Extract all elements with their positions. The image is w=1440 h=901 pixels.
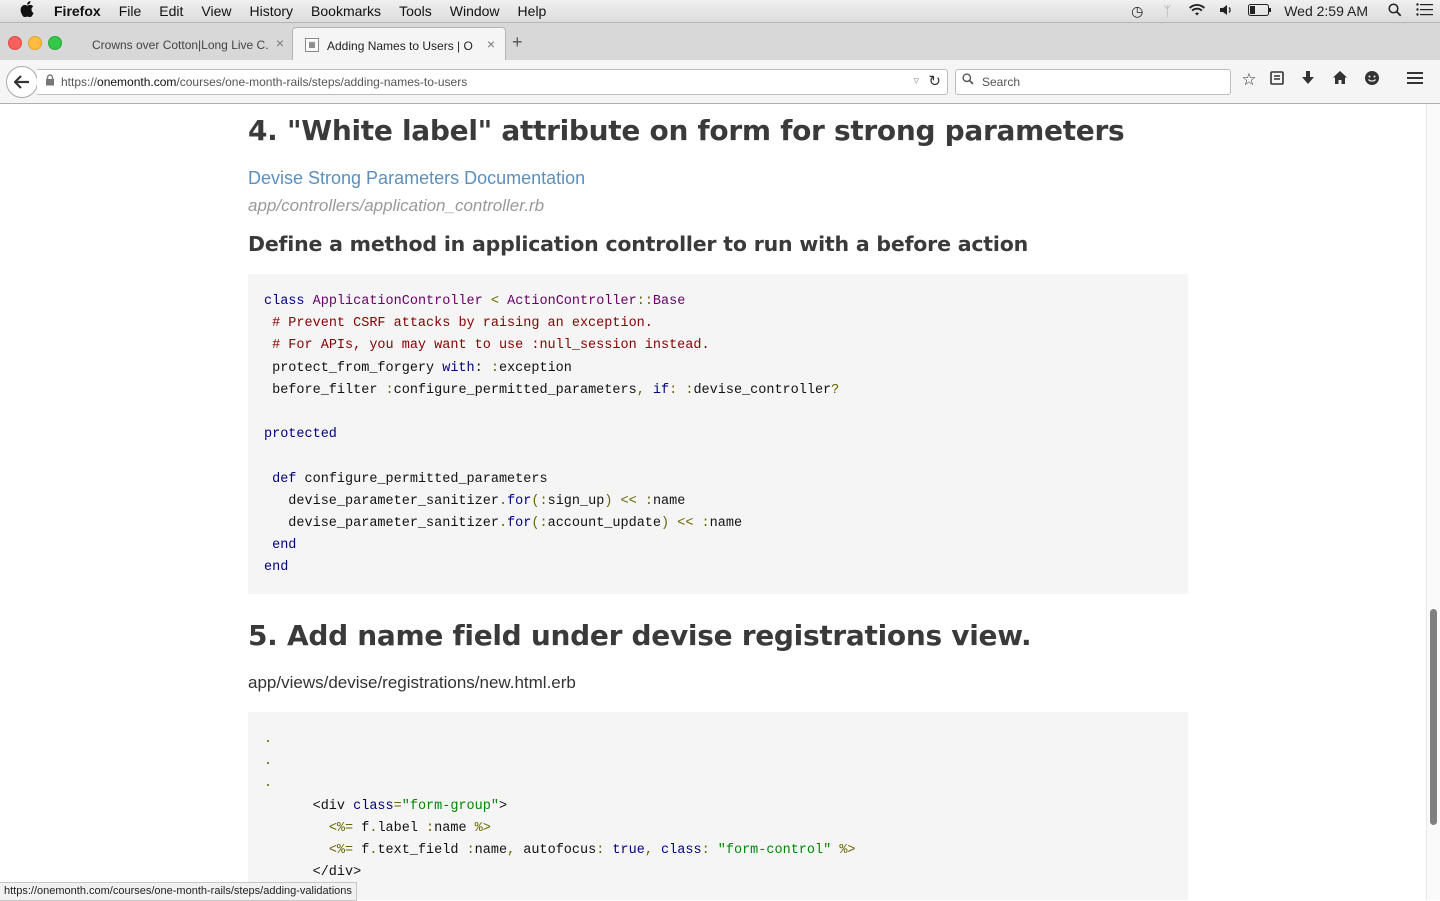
code-line: class ApplicationController < ActionCont… [264,294,686,309]
code-block-registration-view: ... <div class="form-group"> <%= f.label… [248,712,1188,900]
code-line: # Prevent CSRF attacks by raising an exc… [272,316,653,332]
controller-file-path: app/controllers/application_controller.r… [248,196,545,215]
url-text[interactable]: https://onemonth.com/courses/one-month-r… [61,75,467,89]
back-button[interactable] [6,66,38,98]
lock-icon[interactable] [45,74,55,89]
view-file-path: app/views/devise/registrations/new.html.… [248,673,576,692]
menu-clock[interactable]: Wed 2:59 AM [1278,3,1380,19]
browser-chrome: Crowns over Cotton|Long Live C... × ▦ Ad… [0,23,1440,104]
devise-strong-parameters-link[interactable]: Devise Strong Parameters Documentation [248,168,585,189]
tab-crowns-over-cotton[interactable]: Crowns over Cotton|Long Live C... × [78,27,292,60]
section-5-heading: 5. Add name field under devise registrat… [248,619,1032,652]
menu-view[interactable]: View [192,0,240,22]
code-line: # For APIs, you may want to use :null_se… [272,338,710,354]
reading-list-icon[interactable] [1265,70,1289,91]
code-line: end [272,538,297,554]
bookmark-star-icon[interactable]: ☆ [1237,70,1261,90]
code-line: devise_parameter_sanitizer.for(:account_… [264,515,743,531]
new-tab-button[interactable]: + [512,32,523,53]
reload-icon[interactable]: ↻ [928,72,941,90]
window-close-button[interactable] [8,36,22,50]
battery-icon[interactable] [1242,3,1278,19]
hamburger-menu-icon[interactable] [1403,70,1427,90]
menu-history[interactable]: History [240,0,302,22]
url-bar[interactable]: https://onemonth.com/courses/one-month-r… [37,69,948,95]
navigation-toolbar: https://onemonth.com/courses/one-month-r… [0,60,1440,103]
window-minimize-button[interactable] [28,36,42,50]
vertical-scrollbar[interactable] [1426,104,1440,900]
method-subheading: Define a method in application controlle… [248,232,1029,256]
code-line: devise_parameter_sanitizer.for(:sign_up)… [264,493,686,509]
time-machine-icon[interactable]: ◷ [1122,3,1152,20]
tab-close-icon[interactable]: × [487,36,495,52]
menu-window[interactable]: Window [441,0,509,22]
code-line: <div class="form-group"> [264,798,508,814]
code-line: end [264,560,289,576]
window-maximize-button[interactable] [48,36,62,50]
bluetooth-icon[interactable]: ᛉ [1152,3,1182,19]
wifi-icon[interactable] [1182,3,1212,20]
tab-title: Adding Names to Users | O... [327,39,473,53]
page-content: 4. "White label" attribute on form for s… [0,104,1426,900]
search-icon [962,73,974,88]
search-bar[interactable]: Search [955,69,1231,95]
code-block-application-controller: class ApplicationController < ActionCont… [248,274,1188,594]
menu-file[interactable]: File [110,0,151,22]
menu-tools[interactable]: Tools [390,0,441,22]
scrollbar-thumb[interactable] [1430,609,1437,825]
code-line: def configure_permitted_parameters [272,471,548,487]
volume-icon[interactable] [1212,3,1242,20]
page-favicon-icon: ▦ [305,38,319,52]
code-line: </div> [264,865,362,881]
search-placeholder: Search [982,75,1021,89]
apple-icon[interactable] [0,1,54,21]
code-line: <%= f.label :name %> [328,820,491,836]
tab-adding-names-to-users[interactable]: ▦ Adding Names to Users | O... × [292,27,506,61]
code-line: before_filter :configure_permitted_param… [264,382,840,398]
code-line: protected [264,427,337,443]
code-line: protect_from_forgery with: :exception [264,360,572,376]
menu-help[interactable]: Help [509,0,556,22]
menu-edit[interactable]: Edit [150,0,192,22]
hello-chat-icon[interactable] [1360,70,1384,91]
code-line: <%= f.text_field :name, autofocus: true,… [328,842,856,858]
menu-bar: Firefox File Edit View History Bookmarks… [0,0,1440,23]
section-4-heading: 4. "White label" attribute on form for s… [248,114,1125,147]
code-line: . [264,776,273,792]
menu-app-firefox[interactable]: Firefox [54,0,110,22]
home-icon[interactable] [1328,70,1352,90]
tab-title: Crowns over Cotton|Long Live C... [92,38,268,52]
status-bar-link-preview: https://onemonth.com/courses/one-month-r… [0,882,357,901]
menu-bookmarks[interactable]: Bookmarks [302,0,390,22]
code-line: . [264,754,273,770]
notification-center-icon[interactable] [1410,3,1440,19]
tab-close-icon[interactable]: × [276,35,284,51]
tab-strip: Crowns over Cotton|Long Live C... × ▦ Ad… [0,23,1440,61]
url-dropdown-icon[interactable]: ▿ [913,74,919,87]
spotlight-search-icon[interactable] [1380,2,1410,20]
code-line: . [264,732,273,747]
downloads-icon[interactable] [1296,70,1320,91]
